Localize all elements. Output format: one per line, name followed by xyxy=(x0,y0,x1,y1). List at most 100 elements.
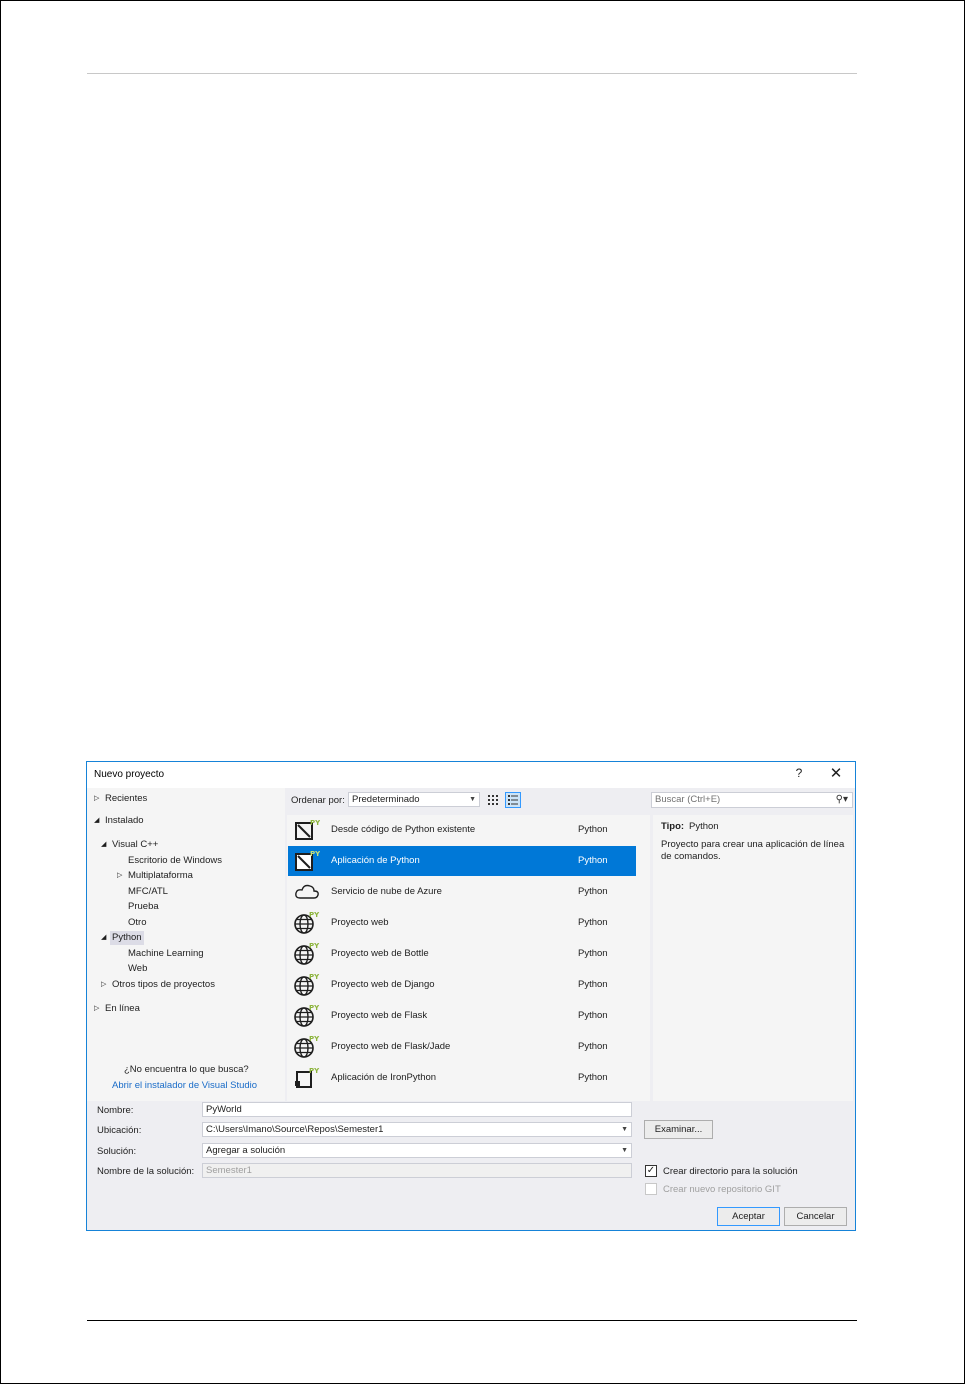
template-language: Python xyxy=(578,886,608,897)
template-language: Python xyxy=(578,1072,608,1083)
create-directory-checkbox[interactable]: ✓ xyxy=(645,1165,657,1177)
tree-item-machine-learning[interactable]: Machine Learning xyxy=(128,947,204,961)
solution-value: Agregar a solución xyxy=(206,1145,286,1156)
template-name: Servicio de nube de Azure xyxy=(331,886,442,897)
python-app-icon: PY xyxy=(295,850,320,871)
solution-name-label: Nombre de la solución: xyxy=(97,1166,195,1177)
location-value: C:\Users\Imano\Source\Repos\Semester1 xyxy=(206,1124,384,1135)
template-row[interactable]: PY Proyecto web de Bottle Python xyxy=(288,939,636,969)
template-row[interactable]: PY Proyecto web de Flask/Jade Python xyxy=(288,1032,636,1062)
solution-name-value: Semester1 xyxy=(206,1165,252,1176)
solution-dropdown[interactable]: Agregar a solución ▼ xyxy=(202,1143,632,1158)
type-value: Python xyxy=(689,821,719,832)
python-existing-code-icon: PY xyxy=(295,819,320,840)
template-details-panel: Tipo: Python Proyecto para crear una apl… xyxy=(653,815,853,1101)
header-rule xyxy=(87,73,857,74)
template-row[interactable]: PY Proyecto web Python xyxy=(288,908,636,938)
template-row[interactable]: PY Proyecto web de Flask Python xyxy=(288,1001,636,1031)
tree-item-web[interactable]: Web xyxy=(128,962,147,976)
dialog-titlebar: Nuevo proyecto ? ✕ xyxy=(87,762,855,788)
sort-label: Ordenar por: xyxy=(291,795,345,806)
template-list: PY Desde código de Python existente Pyth… xyxy=(287,815,849,1101)
template-category-tree: ▷ Recientes ◢ Instalado ◢ Visual C++ Esc… xyxy=(87,788,285,1101)
list-view-button[interactable] xyxy=(505,792,521,808)
type-label: Tipo: xyxy=(661,821,685,832)
svg-text:PY: PY xyxy=(309,973,320,981)
dropdown-arrow-icon: ▼ xyxy=(469,796,476,803)
cloud-icon xyxy=(295,884,319,899)
template-language: Python xyxy=(578,824,608,835)
svg-text:PY: PY xyxy=(309,1004,320,1012)
search-placeholder: Buscar (Ctrl+E) xyxy=(655,794,721,805)
create-git-checkbox[interactable] xyxy=(645,1183,657,1195)
template-name: Proyecto web xyxy=(331,917,389,928)
search-icon[interactable]: ⚲▾ xyxy=(836,793,848,807)
collapse-arrow-icon[interactable]: ◢ xyxy=(101,838,106,852)
svg-text:PY: PY xyxy=(309,911,320,919)
solution-label: Solución: xyxy=(97,1146,137,1157)
globe-icon: PY xyxy=(294,911,320,934)
not-found-text: ¿No encuentra lo que busca? xyxy=(124,1064,249,1075)
tree-item-multiplataforma[interactable]: Multiplataforma xyxy=(128,869,193,883)
template-row[interactable]: PY Proyecto web de Django Python xyxy=(288,970,636,1000)
location-dropdown[interactable]: C:\Users\Imano\Source\Repos\Semester1 ▼ xyxy=(202,1122,632,1137)
tree-item-python[interactable]: Python xyxy=(110,931,144,945)
template-row[interactable]: PY Aplicación de IronPython Python xyxy=(288,1063,636,1093)
tree-item-otro[interactable]: Otro xyxy=(128,916,146,930)
template-row-selected[interactable]: PY Aplicación de Python Python xyxy=(288,846,636,876)
expand-arrow-icon[interactable]: ▷ xyxy=(94,1002,99,1016)
browse-button[interactable]: Examinar... xyxy=(644,1120,713,1139)
template-name: Proyecto web de Django xyxy=(331,979,435,990)
tree-item-recientes[interactable]: Recientes xyxy=(105,792,147,806)
template-description: Proyecto para crear una aplicación de lí… xyxy=(661,839,845,862)
close-button[interactable]: ✕ xyxy=(827,765,845,783)
grid-view-button[interactable] xyxy=(485,792,501,808)
template-row[interactable]: Servicio de nube de Azure Python xyxy=(288,877,636,907)
template-name: Proyecto web de Flask/Jade xyxy=(331,1041,451,1052)
template-row[interactable]: PY Desde código de Python existente Pyth… xyxy=(288,815,636,845)
svg-text:PY: PY xyxy=(310,850,320,858)
globe-icon: PY xyxy=(294,973,320,996)
project-name-field[interactable]: PyWorld xyxy=(202,1102,632,1117)
tree-item-visual-cpp[interactable]: Visual C++ xyxy=(112,838,158,852)
project-name-value: PyWorld xyxy=(206,1104,242,1115)
template-language: Python xyxy=(578,855,608,866)
template-name: Proyecto web de Flask xyxy=(331,1010,428,1021)
open-installer-link[interactable]: Abrir el instalador de Visual Studio xyxy=(112,1080,257,1091)
accept-button[interactable]: Aceptar xyxy=(717,1207,780,1226)
collapse-arrow-icon[interactable]: ◢ xyxy=(94,814,99,828)
dropdown-arrow-icon: ▼ xyxy=(621,1147,628,1154)
solution-name-field[interactable]: Semester1 xyxy=(202,1163,632,1178)
search-input[interactable]: Buscar (Ctrl+E) ⚲▾ xyxy=(651,792,853,808)
footer-rule xyxy=(87,1320,857,1321)
globe-icon: PY xyxy=(294,1004,320,1027)
expand-arrow-icon[interactable]: ▷ xyxy=(101,978,106,992)
tree-item-instalado[interactable]: Instalado xyxy=(105,814,144,828)
cancel-button[interactable]: Cancelar xyxy=(784,1207,847,1226)
create-directory-label: Crear directorio para la solución xyxy=(663,1166,798,1177)
expand-arrow-icon[interactable]: ▷ xyxy=(117,869,122,883)
tree-item-prueba[interactable]: Prueba xyxy=(128,900,159,914)
globe-icon: PY xyxy=(294,1035,320,1058)
help-button[interactable]: ? xyxy=(791,766,807,782)
sort-dropdown[interactable]: Predeterminado ▼ xyxy=(348,792,480,807)
dialog-title: Nuevo proyecto xyxy=(94,769,165,780)
tree-item-otros-tipos[interactable]: Otros tipos de proyectos xyxy=(112,978,215,992)
name-label: Nombre: xyxy=(97,1105,134,1116)
list-view-icon xyxy=(508,795,518,805)
template-name: Aplicación de Python xyxy=(331,855,420,866)
tree-item-mfc-atl[interactable]: MFC/ATL xyxy=(128,885,168,899)
expand-arrow-icon[interactable]: ▷ xyxy=(94,792,99,806)
template-language: Python xyxy=(578,917,608,928)
template-language: Python xyxy=(578,1041,608,1052)
svg-text:PY: PY xyxy=(310,819,320,827)
collapse-arrow-icon[interactable]: ◢ xyxy=(101,931,106,945)
tree-item-en-linea[interactable]: En línea xyxy=(105,1002,140,1016)
ironpython-icon: PY xyxy=(295,1067,320,1088)
template-name: Desde código de Python existente xyxy=(331,824,476,835)
svg-text:PY: PY xyxy=(309,1035,320,1043)
location-label: Ubicación: xyxy=(97,1125,142,1136)
tree-item-escritorio-windows[interactable]: Escritorio de Windows xyxy=(128,854,222,868)
dropdown-arrow-icon: ▼ xyxy=(621,1126,628,1133)
sort-value: Predeterminado xyxy=(352,794,420,805)
